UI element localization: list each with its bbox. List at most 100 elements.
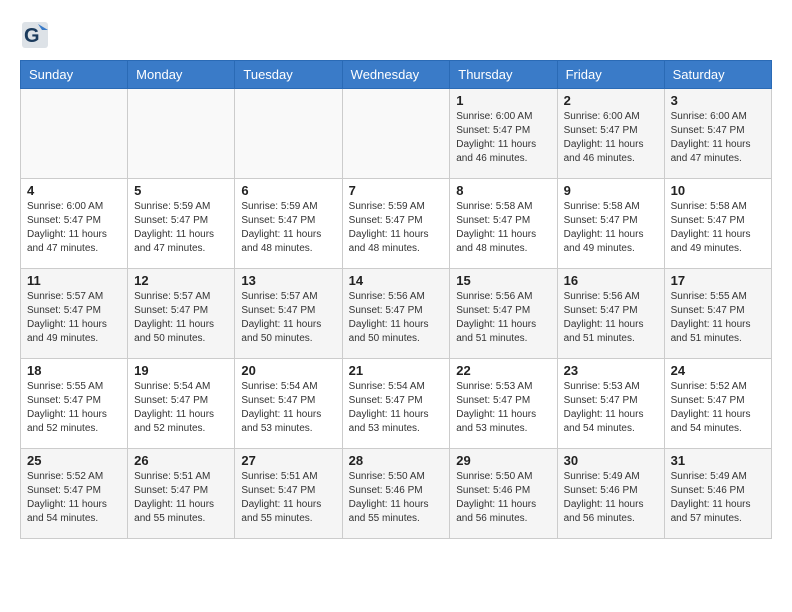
day-info: Sunrise: 5:57 AM Sunset: 5:47 PM Dayligh… (134, 290, 228, 346)
day-number: 19 (134, 363, 228, 378)
calendar-cell: 14 Sunrise: 5:56 AM Sunset: 5:47 PM Dayli… (342, 269, 450, 359)
weekday-header-row: SundayMondayTuesdayWednesdayThursdayFrid… (21, 61, 772, 89)
day-number: 18 (27, 363, 121, 378)
day-info: Sunrise: 5:51 AM Sunset: 5:47 PM Dayligh… (134, 470, 228, 526)
day-info: Sunrise: 5:59 AM Sunset: 5:47 PM Dayligh… (134, 200, 228, 256)
calendar-cell: 30 Sunrise: 5:49 AM Sunset: 5:46 PM Dayli… (557, 449, 664, 539)
day-info: Sunrise: 5:56 AM Sunset: 5:47 PM Dayligh… (349, 290, 444, 346)
calendar-cell: 28 Sunrise: 5:50 AM Sunset: 5:46 PM Dayli… (342, 449, 450, 539)
day-number: 12 (134, 273, 228, 288)
day-info: Sunrise: 5:58 AM Sunset: 5:47 PM Dayligh… (456, 200, 550, 256)
day-info: Sunrise: 5:52 AM Sunset: 5:47 PM Dayligh… (27, 470, 121, 526)
calendar-cell: 25 Sunrise: 5:52 AM Sunset: 5:47 PM Dayli… (21, 449, 128, 539)
day-info: Sunrise: 5:56 AM Sunset: 5:47 PM Dayligh… (564, 290, 658, 346)
calendar-week-4: 18Sunrise: 5:55 AM Sunset: 5:47 PM Dayli… (21, 359, 772, 449)
weekday-header-tuesday: Tuesday (235, 61, 342, 89)
day-number: 10 (671, 183, 765, 198)
day-number: 23 (564, 363, 658, 378)
day-number: 14 (349, 273, 444, 288)
day-info: Sunrise: 5:55 AM Sunset: 5:47 PM Dayligh… (671, 290, 765, 346)
logo-icon: G (20, 20, 50, 50)
day-info: Sunrise: 5:49 AM Sunset: 5:46 PM Dayligh… (671, 470, 765, 526)
day-info: Sunrise: 5:59 AM Sunset: 5:47 PM Dayligh… (349, 200, 444, 256)
day-info: Sunrise: 6:00 AM Sunset: 5:47 PM Dayligh… (564, 110, 658, 166)
calendar-cell: 16 Sunrise: 5:56 AM Sunset: 5:47 PM Dayli… (557, 269, 664, 359)
calendar-cell: 23 Sunrise: 5:53 AM Sunset: 5:47 PM Dayli… (557, 359, 664, 449)
calendar-cell (128, 89, 235, 179)
calendar-week-3: 11 Sunrise: 5:57 AM Sunset: 5:47 PM Dayli… (21, 269, 772, 359)
calendar-cell: 29Sunrise: 5:50 AM Sunset: 5:46 PM Dayli… (450, 449, 557, 539)
page-header: G (20, 20, 772, 50)
day-number: 13 (241, 273, 335, 288)
day-info: Sunrise: 5:57 AM Sunset: 5:47 PM Dayligh… (27, 290, 121, 346)
calendar-cell: 21 Sunrise: 5:54 AM Sunset: 5:47 PM Dayli… (342, 359, 450, 449)
day-info: Sunrise: 5:54 AM Sunset: 5:47 PM Dayligh… (134, 380, 228, 436)
weekday-header-thursday: Thursday (450, 61, 557, 89)
day-number: 4 (27, 183, 121, 198)
day-number: 25 (27, 453, 121, 468)
svg-text:G: G (24, 25, 40, 47)
calendar-cell: 15Sunrise: 5:56 AM Sunset: 5:47 PM Dayli… (450, 269, 557, 359)
day-number: 11 (27, 273, 121, 288)
calendar-week-2: 4 Sunrise: 6:00 AM Sunset: 5:47 PM Daylig… (21, 179, 772, 269)
day-number: 26 (134, 453, 228, 468)
day-info: Sunrise: 5:53 AM Sunset: 5:47 PM Dayligh… (456, 380, 550, 436)
day-number: 6 (241, 183, 335, 198)
day-number: 9 (564, 183, 658, 198)
calendar-cell: 1 Sunrise: 6:00 AM Sunset: 5:47 PM Daylig… (450, 89, 557, 179)
calendar-cell: 4 Sunrise: 6:00 AM Sunset: 5:47 PM Daylig… (21, 179, 128, 269)
weekday-header-friday: Friday (557, 61, 664, 89)
day-number: 1 (456, 93, 550, 108)
day-number: 24 (671, 363, 765, 378)
day-number: 22 (456, 363, 550, 378)
day-info: Sunrise: 6:00 AM Sunset: 5:47 PM Dayligh… (456, 110, 550, 166)
day-info: Sunrise: 5:56 AM Sunset: 5:47 PM Dayligh… (456, 290, 550, 346)
calendar-cell: 3Sunrise: 6:00 AM Sunset: 5:47 PM Daylig… (664, 89, 771, 179)
calendar-cell: 31 Sunrise: 5:49 AM Sunset: 5:46 PM Dayli… (664, 449, 771, 539)
day-number: 28 (349, 453, 444, 468)
calendar-table: SundayMondayTuesdayWednesdayThursdayFrid… (20, 60, 772, 539)
calendar-cell: 13 Sunrise: 5:57 AM Sunset: 5:47 PM Dayli… (235, 269, 342, 359)
calendar-cell: 8 Sunrise: 5:58 AM Sunset: 5:47 PM Daylig… (450, 179, 557, 269)
calendar-cell: 22 Sunrise: 5:53 AM Sunset: 5:47 PM Dayli… (450, 359, 557, 449)
day-info: Sunrise: 5:57 AM Sunset: 5:47 PM Dayligh… (241, 290, 335, 346)
day-info: Sunrise: 5:58 AM Sunset: 5:47 PM Dayligh… (671, 200, 765, 256)
calendar-cell: 9Sunrise: 5:58 AM Sunset: 5:47 PM Daylig… (557, 179, 664, 269)
calendar-cell: 19 Sunrise: 5:54 AM Sunset: 5:47 PM Dayli… (128, 359, 235, 449)
calendar-cell: 10 Sunrise: 5:58 AM Sunset: 5:47 PM Dayli… (664, 179, 771, 269)
weekday-header-saturday: Saturday (664, 61, 771, 89)
day-info: Sunrise: 5:59 AM Sunset: 5:47 PM Dayligh… (241, 200, 335, 256)
day-info: Sunrise: 5:54 AM Sunset: 5:47 PM Dayligh… (241, 380, 335, 436)
day-info: Sunrise: 6:00 AM Sunset: 5:47 PM Dayligh… (27, 200, 121, 256)
calendar-cell: 11 Sunrise: 5:57 AM Sunset: 5:47 PM Dayli… (21, 269, 128, 359)
calendar-cell: 2 Sunrise: 6:00 AM Sunset: 5:47 PM Daylig… (557, 89, 664, 179)
weekday-header-wednesday: Wednesday (342, 61, 450, 89)
logo: G (20, 20, 54, 50)
day-number: 30 (564, 453, 658, 468)
day-info: Sunrise: 5:54 AM Sunset: 5:47 PM Dayligh… (349, 380, 444, 436)
calendar-cell: 24 Sunrise: 5:52 AM Sunset: 5:47 PM Dayli… (664, 359, 771, 449)
calendar-cell (235, 89, 342, 179)
calendar-cell: 20 Sunrise: 5:54 AM Sunset: 5:47 PM Dayli… (235, 359, 342, 449)
day-number: 17 (671, 273, 765, 288)
day-info: Sunrise: 5:52 AM Sunset: 5:47 PM Dayligh… (671, 380, 765, 436)
day-info: Sunrise: 5:50 AM Sunset: 5:46 PM Dayligh… (349, 470, 444, 526)
day-info: Sunrise: 5:53 AM Sunset: 5:47 PM Dayligh… (564, 380, 658, 436)
calendar-cell: 27Sunrise: 5:51 AM Sunset: 5:47 PM Dayli… (235, 449, 342, 539)
calendar-cell: 17 Sunrise: 5:55 AM Sunset: 5:47 PM Dayli… (664, 269, 771, 359)
day-info: Sunrise: 5:49 AM Sunset: 5:46 PM Dayligh… (564, 470, 658, 526)
day-number: 20 (241, 363, 335, 378)
day-number: 7 (349, 183, 444, 198)
calendar-week-5: 25 Sunrise: 5:52 AM Sunset: 5:47 PM Dayli… (21, 449, 772, 539)
weekday-header-sunday: Sunday (21, 61, 128, 89)
day-number: 31 (671, 453, 765, 468)
calendar-cell (21, 89, 128, 179)
day-number: 3 (671, 93, 765, 108)
calendar-cell: 12 Sunrise: 5:57 AM Sunset: 5:47 PM Dayli… (128, 269, 235, 359)
day-number: 16 (564, 273, 658, 288)
day-number: 2 (564, 93, 658, 108)
day-info: Sunrise: 5:50 AM Sunset: 5:46 PM Dayligh… (456, 470, 550, 526)
day-number: 8 (456, 183, 550, 198)
day-number: 21 (349, 363, 444, 378)
calendar-cell: 18Sunrise: 5:55 AM Sunset: 5:47 PM Dayli… (21, 359, 128, 449)
